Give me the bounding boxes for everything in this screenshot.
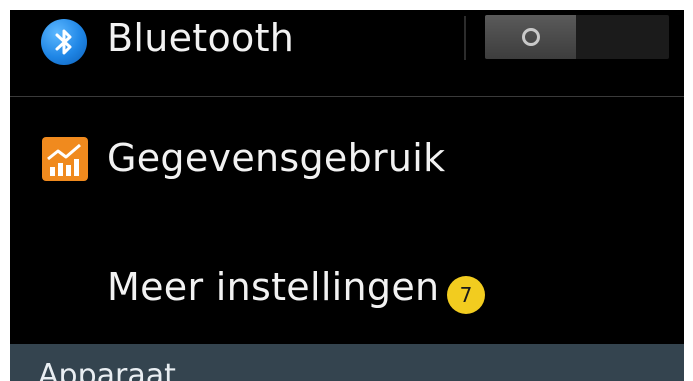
off-indicator-icon: [521, 28, 540, 46]
data-usage-chart-icon: [42, 137, 88, 181]
data-usage-setting-row[interactable]: Gegevensgebruik: [10, 97, 684, 222]
more-settings-row[interactable]: Meer instellingen 7: [10, 222, 684, 344]
data-usage-label: Gegevensgebruik: [107, 136, 446, 180]
toggle-thumb-off: [485, 15, 576, 59]
section-header-device: Apparaat: [10, 344, 684, 381]
section-header-label: Apparaat: [38, 358, 176, 381]
more-settings-label: Meer instellingen: [107, 265, 440, 309]
bluetooth-icon: [41, 19, 87, 65]
bluetooth-toggle[interactable]: [485, 15, 669, 59]
bluetooth-label: Bluetooth: [107, 16, 295, 60]
step-number-badge: 7: [447, 276, 485, 314]
toggle-separator: [464, 16, 466, 60]
settings-screen: Bluetooth Gegevensgebruik Meer instellin…: [10, 10, 684, 381]
bluetooth-setting-row[interactable]: Bluetooth: [10, 10, 684, 96]
